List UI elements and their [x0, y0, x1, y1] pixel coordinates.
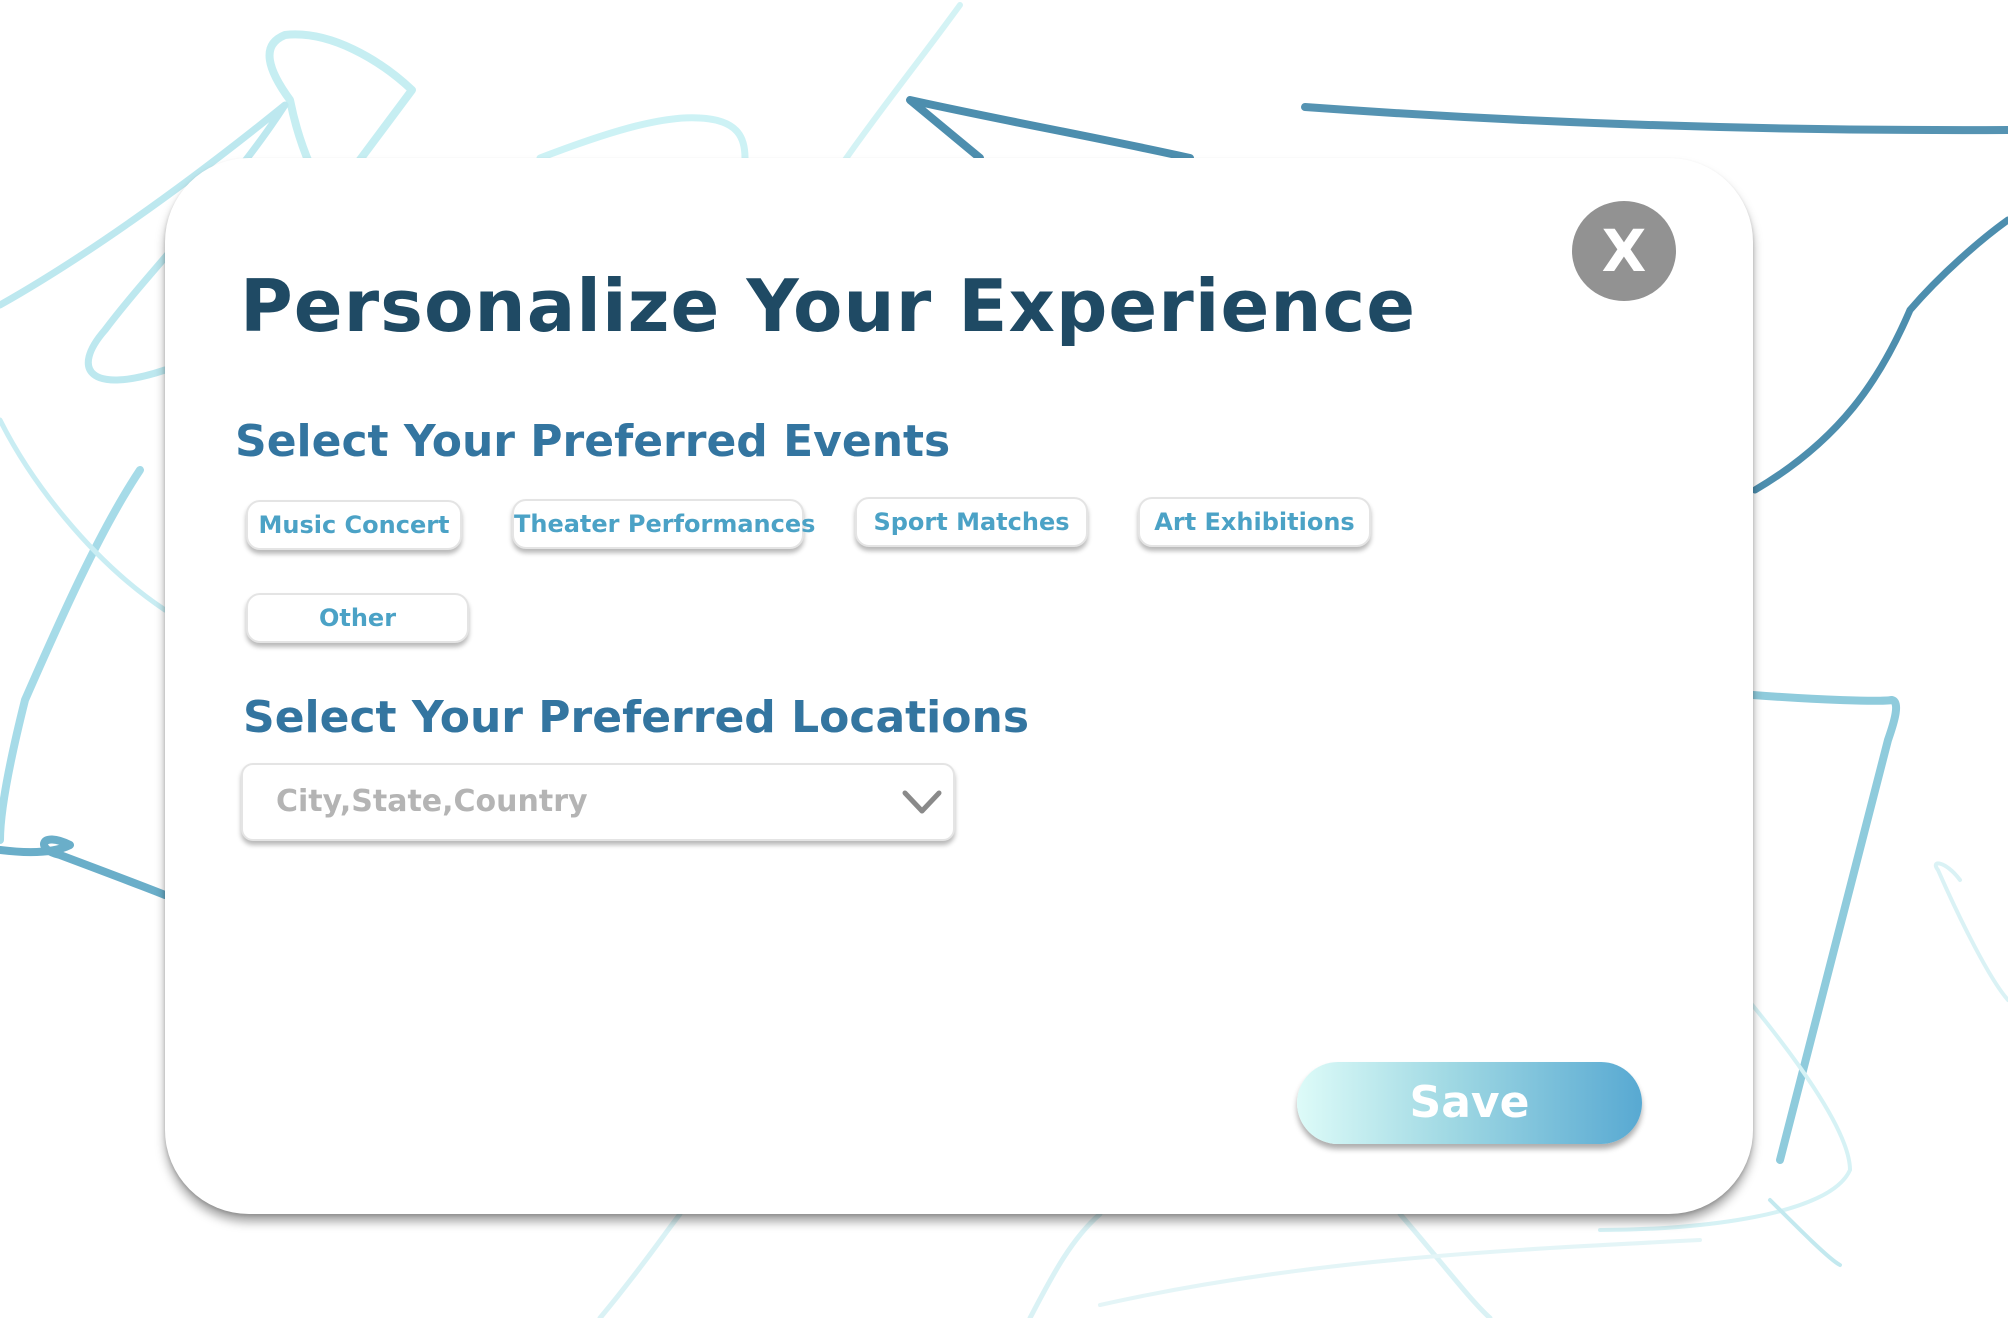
event-chip-other[interactable]: Other — [246, 593, 469, 643]
scribble-right-curve — [1751, 216, 2008, 494]
location-placeholder: City,State,Country — [276, 784, 588, 819]
scribble-bottom-right-hook — [1768, 1198, 1842, 1267]
scribble-bottom-wave — [597, 1211, 1493, 1318]
scribble-bottom-line — [1098, 1238, 1702, 1307]
scribble-mid-top — [536, 114, 749, 162]
scribble-arrow-top — [906, 96, 1194, 162]
scribble-left-bottom — [0, 835, 169, 899]
scribble-far-right — [1933, 861, 2008, 1002]
save-button[interactable]: Save — [1297, 1062, 1642, 1144]
page-title: Personalize Your Experience — [240, 264, 1417, 348]
close-button[interactable]: X — [1572, 201, 1676, 301]
event-chip-theater-performances[interactable]: Theater Performances — [512, 499, 815, 549]
chevron-down-icon[interactable] — [902, 789, 942, 815]
scribble-top-right — [1301, 103, 2008, 135]
event-chip-art-exhibitions[interactable]: Art Exhibitions — [1138, 497, 1371, 547]
locations-heading: Select Your Preferred Locations — [243, 692, 1030, 743]
scribble-right-box — [1749, 691, 1901, 1164]
event-chip-music-concert[interactable]: Music Concert — [246, 500, 462, 550]
scribble-line-top — [842, 2, 963, 163]
location-select[interactable]: City,State,Country — [241, 763, 955, 841]
event-chip-sport-matches[interactable]: Sport Matches — [855, 497, 1088, 547]
events-heading: Select Your Preferred Events — [235, 416, 951, 467]
